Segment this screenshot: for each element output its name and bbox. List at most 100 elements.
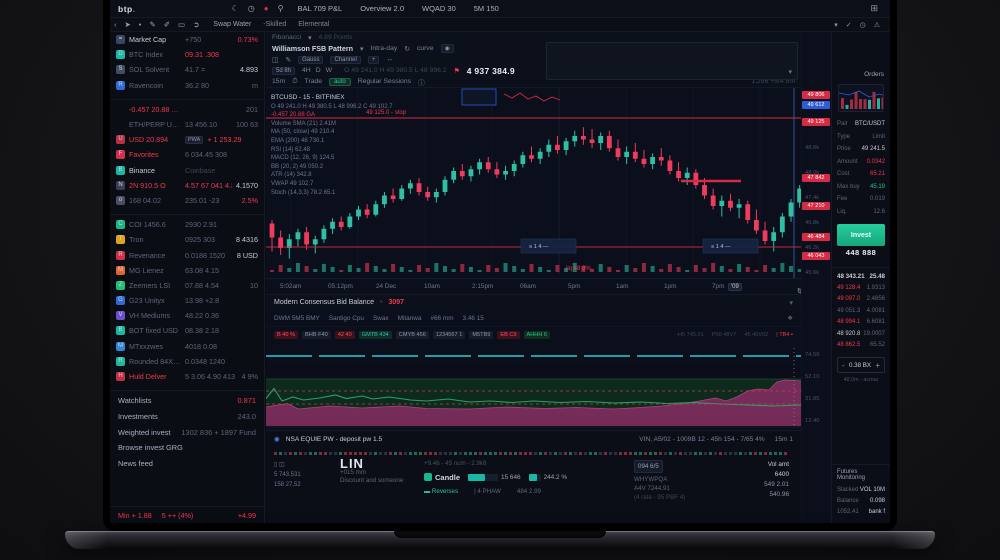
- sidebar-section-4[interactable]: News feed: [110, 456, 264, 472]
- history-icon[interactable]: ◷: [860, 21, 866, 29]
- footer-account-label[interactable]: NSA EQUIE PW - deposit pw 1.5: [286, 436, 382, 443]
- form-row-4[interactable]: Cost65.21: [837, 168, 885, 181]
- lower-tool-0[interactable]: DWM 5M5 BMY: [274, 315, 320, 322]
- footer-timeframe[interactable]: 15m 1: [775, 436, 793, 443]
- rectangle-icon[interactable]: ▭: [178, 20, 185, 29]
- lower-panel-title[interactable]: Modern Consensus Bid Balance: [274, 299, 374, 306]
- layout-icons[interactable]: ▯ ◫: [274, 460, 330, 470]
- expand-icon[interactable]: ↔: [386, 56, 393, 63]
- watchlist-row[interactable]: UUSD 20.894PWA+ 1 253.29: [110, 132, 264, 147]
- watchlist-row[interactable]: MMG Lienez63.08 4.15: [110, 263, 264, 278]
- refresh-icon[interactable]: ↻: [404, 45, 410, 53]
- candle-mode-chip[interactable]: Candle: [424, 473, 460, 482]
- watchlist-row[interactable]: FFavorites6 034.45 308: [110, 147, 264, 162]
- minus-button[interactable]: -: [842, 361, 845, 370]
- header-chip-1[interactable]: Channel: [330, 56, 360, 64]
- share-icon[interactable]: ➲: [193, 20, 199, 29]
- form-row-7[interactable]: Liq.12.6: [837, 206, 885, 219]
- depth-indicator-chart[interactable]: [266, 342, 801, 430]
- form-row-6[interactable]: Fee0.019: [837, 193, 885, 206]
- form-row-5[interactable]: Max buy45.19: [837, 181, 885, 194]
- range-chip[interactable]: 5d 8h: [272, 67, 295, 75]
- watchlist-row[interactable]: RRavencoin36.2 80m: [110, 78, 264, 93]
- time-axis[interactable]: '09 ↻ ⇅ 5:02am05:12pm24 Dec10am2:15pm06a…: [266, 278, 801, 295]
- book-row[interactable]: 49 051.34.0081: [837, 305, 885, 317]
- cursor-icon[interactable]: ➤: [125, 20, 131, 29]
- tab-skilled[interactable]: -Skilled: [263, 21, 286, 28]
- book-row[interactable]: 48 994.16.6081: [837, 317, 885, 329]
- back-chevron-icon[interactable]: ‹: [114, 20, 117, 29]
- header-chip-2[interactable]: +: [368, 56, 380, 64]
- header-chip-0[interactable]: Gauss: [298, 56, 323, 64]
- quantity-stepper[interactable]: - 0.38 BX +: [837, 357, 885, 373]
- alert-icon[interactable]: ⚠: [874, 21, 880, 29]
- info-icon[interactable]: ⓘ: [418, 77, 425, 87]
- search-icon[interactable]: ⚲: [278, 4, 284, 13]
- book-row[interactable]: 48 920.819.0007: [837, 328, 885, 340]
- sidebar-section-1[interactable]: Investments243.0: [110, 409, 264, 425]
- flow-chip-5[interactable]: 1234567 1: [433, 331, 465, 339]
- dot-icon[interactable]: •: [139, 20, 142, 29]
- check-icon[interactable]: ✓: [846, 21, 852, 29]
- plus-button[interactable]: +: [875, 361, 880, 370]
- pen-icon[interactable]: ✎: [149, 20, 155, 29]
- watchlist-row[interactable]: MMTxxzwes4018 0.08: [110, 339, 264, 354]
- moon-icon[interactable]: ☾: [232, 4, 239, 13]
- top-nav-item-2[interactable]: WQAD 30: [422, 4, 456, 13]
- orders-tab[interactable]: Orders: [832, 68, 890, 82]
- timeframe-4H[interactable]: 4H: [302, 67, 311, 74]
- watchlist-row[interactable]: BBinanceCoinbase: [110, 163, 264, 178]
- book-row[interactable]: 49 128.41.9313: [837, 282, 885, 294]
- top-nav-item-1[interactable]: Overview 2.0: [360, 4, 404, 13]
- intraday-label[interactable]: Intra-day: [370, 45, 397, 52]
- tf-15m[interactable]: 15m: [272, 78, 285, 85]
- toggle-chip[interactable]: ◉: [441, 44, 454, 53]
- candlestick-plot[interactable]: BTCUSD - 15 - BITFINEXO 49 241.0 H 49 38…: [266, 88, 801, 278]
- watchlist-row[interactable]: =Market Cap+7500.73%: [110, 32, 264, 47]
- price-scale[interactable]: 49.8k49.2k48.6k48.0k47.4k46.8k46.2k45.6k…: [801, 32, 832, 523]
- order-badge[interactable]: 094 6/5: [634, 460, 663, 473]
- top-nav-item-0[interactable]: BAL 709 P&L: [297, 4, 342, 13]
- watchlist-row[interactable]: RRounded 84X.020.0348 1240: [110, 354, 264, 369]
- flow-chip-3[interactable]: GMTB 434: [359, 331, 392, 339]
- clock-icon[interactable]: ◷: [248, 4, 255, 13]
- record-icon[interactable]: ●: [264, 4, 269, 13]
- lower-tool-5[interactable]: 3.46 15: [463, 315, 484, 322]
- book-row[interactable]: 49 097.02.4856: [837, 294, 885, 306]
- form-row-0[interactable]: PairBTC/USDT: [837, 118, 885, 131]
- watchlist-row[interactable]: GG23 Unityx13.98 +2.8: [110, 293, 264, 308]
- ohlc-icon[interactable]: ◫: [272, 56, 278, 64]
- grid-icon[interactable]: ⊞: [870, 3, 878, 14]
- curve-label[interactable]: curve: [417, 45, 434, 52]
- watchlist-row[interactable]: ZZeemers LSI07.88 4.5410: [110, 278, 264, 293]
- watchlist-row[interactable]: -0.457 20.88 GA201: [110, 102, 264, 117]
- watchlist-row[interactable]: SSOL Solvent41.7 =4.893: [110, 62, 264, 77]
- lower-tool-4[interactable]: #66 mm: [430, 315, 453, 322]
- watchlist-row[interactable]: o168 04.02235.01 -232.5%: [110, 193, 264, 208]
- lower-tool-1[interactable]: Santigo Cpu: [329, 315, 364, 322]
- watchlist-row[interactable]: HHuld Delver5 3.06 4.90 4134 9%: [110, 369, 264, 384]
- top-nav-item-3[interactable]: 5M 150: [474, 4, 499, 13]
- watchlist-row[interactable]: N2N 910.5 O4.57 67 041 4.354.1570: [110, 178, 264, 193]
- timeframe-D[interactable]: D: [316, 67, 321, 74]
- watchlist-row[interactable]: CCOI 1456.62930 2.91: [110, 217, 264, 232]
- tab-elemental[interactable]: Elemental: [298, 21, 329, 28]
- brush-icon[interactable]: ✐: [164, 20, 170, 29]
- flow-chip-8[interactable]: AHHH 6: [524, 331, 551, 339]
- flow-chip-7[interactable]: EB C9: [497, 331, 519, 339]
- sidebar-section-3[interactable]: Browse invest GRG: [110, 440, 264, 456]
- flow-chip-4[interactable]: CMYB 456: [396, 331, 429, 339]
- position-symbol[interactable]: LIN: [340, 460, 414, 469]
- stopwatch-icon[interactable]: ⏱: [292, 78, 297, 86]
- chevron-down-icon[interactable]: ▾: [308, 34, 311, 42]
- watchlist-row[interactable]: DBTC Index09.31 .308: [110, 47, 264, 62]
- timezone-box[interactable]: '09: [728, 283, 742, 291]
- lower-tool-3[interactable]: Mitanwa: [398, 315, 422, 322]
- chevron-down-icon[interactable]: ▾: [360, 45, 363, 53]
- settings-icon[interactable]: ❖: [787, 314, 793, 322]
- watchlist-row[interactable]: TTron0925 3038 4316: [110, 232, 264, 247]
- watchlist-row[interactable]: BBOT fixed USD08.38 2.18: [110, 323, 264, 338]
- flow-chip-6[interactable]: M5TB9: [469, 331, 493, 339]
- sidebar-section-2[interactable]: Weighted invest1302 836 + 1897 Fund: [110, 424, 264, 440]
- timeframe-W[interactable]: W: [326, 67, 332, 74]
